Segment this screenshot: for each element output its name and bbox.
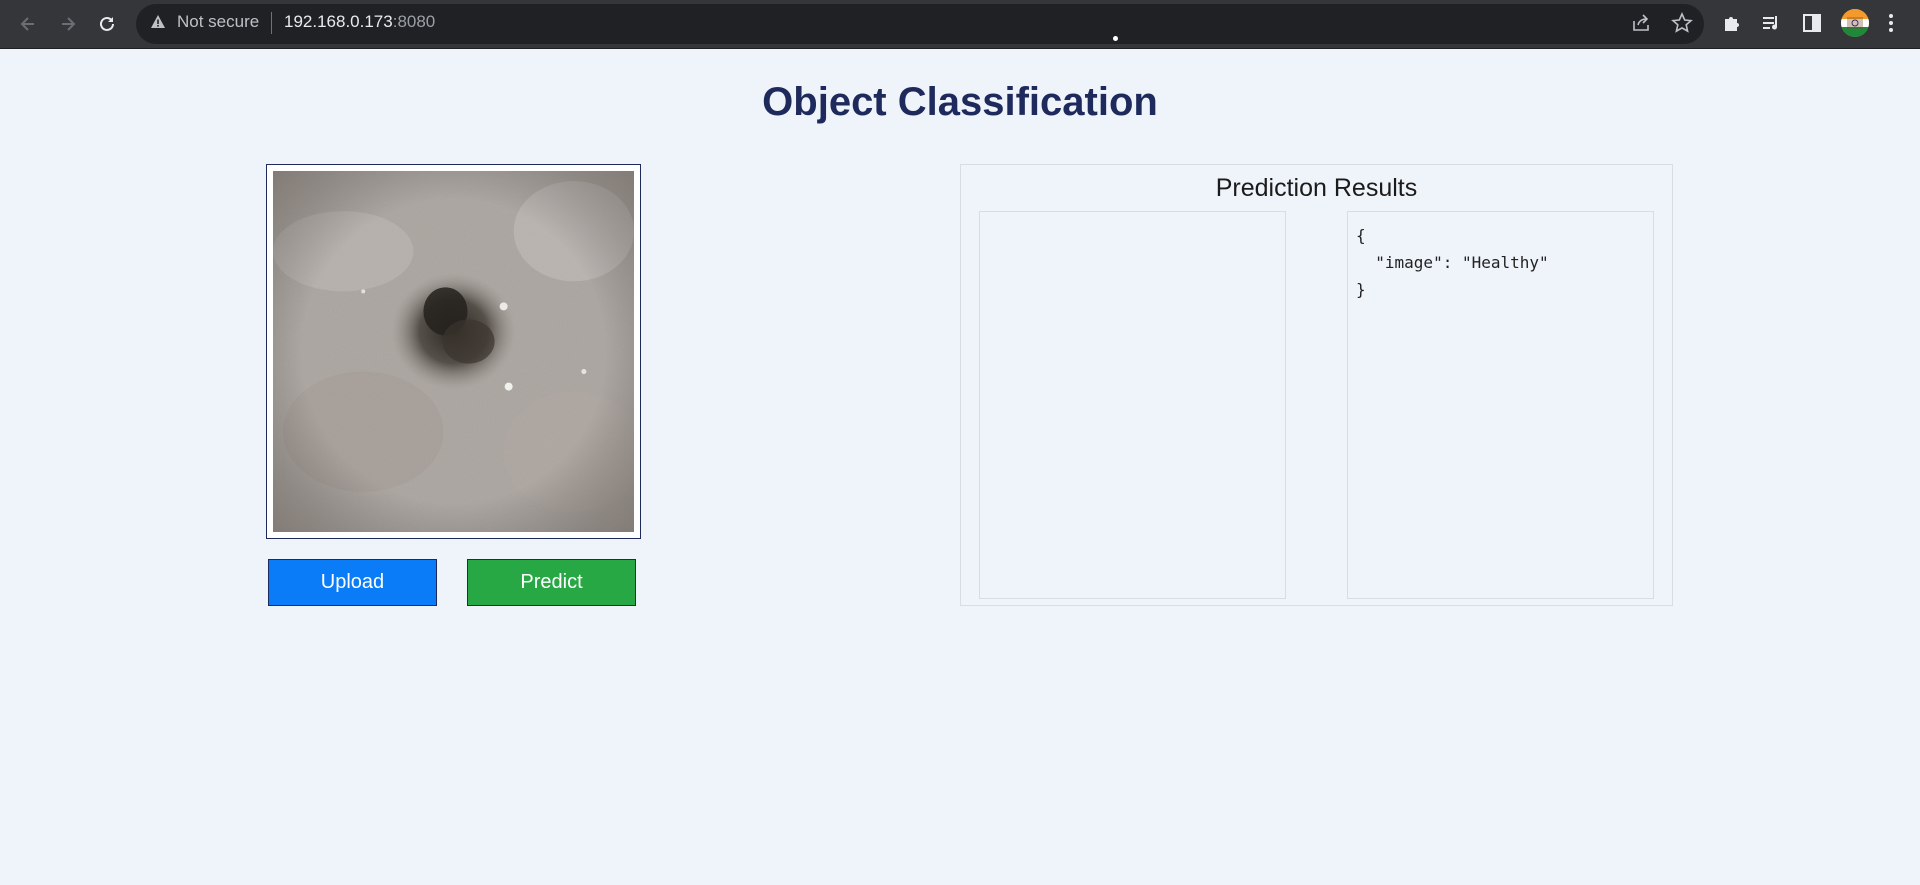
side-panel-icon[interactable]: [1801, 12, 1823, 34]
result-json-panel: { "image": "Healthy"}: [1347, 211, 1654, 599]
results-title: Prediction Results: [1215, 174, 1418, 202]
security-label[interactable]: Not secure: [177, 12, 259, 32]
profile-avatar[interactable]: [1841, 9, 1869, 37]
profile-flag-icon: [1841, 9, 1869, 37]
url-text[interactable]: 192.168.0.173:8080: [284, 12, 435, 32]
url-port: :8080: [392, 12, 436, 31]
reading-list-icon[interactable]: [1761, 12, 1783, 34]
reload-button[interactable]: [93, 10, 121, 38]
result-image-panel: [979, 211, 1286, 599]
browser-toolbar: Not secure 192.168.0.173:8080: [0, 0, 1920, 49]
back-button[interactable]: [14, 10, 42, 38]
upload-button[interactable]: Upload: [268, 559, 437, 606]
loading-dot: [1113, 36, 1118, 41]
json-line: {: [1356, 226, 1366, 245]
page-title: Object Classification: [762, 80, 1158, 124]
json-line: "image": "Healthy": [1356, 253, 1549, 272]
predict-button[interactable]: Predict: [467, 559, 636, 606]
reload-icon: [100, 16, 114, 31]
forward-button[interactable]: [54, 10, 82, 38]
more-menu-icon[interactable]: [1886, 12, 1896, 34]
image-preview-frame: [266, 164, 641, 539]
warning-icon: [151, 15, 165, 28]
json-line: }: [1356, 280, 1366, 299]
back-arrow-icon: [20, 17, 34, 31]
share-icon[interactable]: [1630, 12, 1652, 34]
bookmark-star-icon[interactable]: [1671, 12, 1693, 34]
forward-arrow-icon: [62, 17, 76, 31]
omnibox-divider: [271, 12, 272, 34]
prediction-results-panel: Prediction Results { "image": "Healthy"}: [960, 164, 1673, 606]
url-host: 192.168.0.173: [284, 12, 393, 31]
uploaded-image-preview: [273, 171, 634, 532]
extensions-puzzle-icon[interactable]: [1721, 12, 1743, 34]
